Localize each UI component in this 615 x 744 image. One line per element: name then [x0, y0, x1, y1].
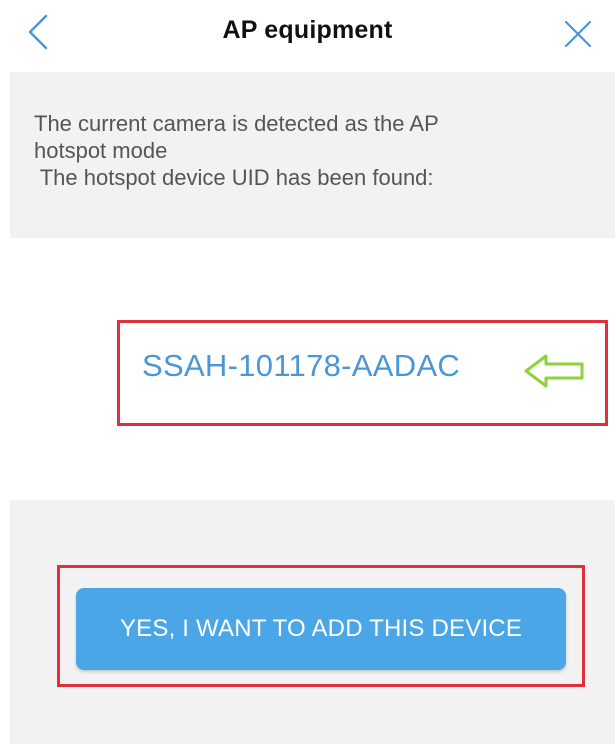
add-device-button[interactable]: YES, I WANT TO ADD THIS DEVICE: [76, 588, 566, 670]
page-title: AP equipment: [222, 16, 393, 44]
close-icon[interactable]: [556, 12, 600, 56]
info-panel: The current camera is detected as the AP…: [10, 72, 615, 238]
detection-message-line-2: hotspot mode: [34, 138, 168, 163]
detection-message-line-3: The hotspot device UID has been found:: [34, 165, 434, 190]
arrow-left-outline-icon: [522, 351, 586, 391]
header-bar: AP equipment: [0, 0, 615, 72]
detection-message: The current camera is detected as the AP…: [34, 110, 594, 191]
close-button[interactable]: [556, 12, 600, 56]
device-uid: SSAH-101178-AADAC: [142, 348, 461, 383]
detection-message-line-1: The current camera is detected as the AP: [34, 111, 439, 136]
